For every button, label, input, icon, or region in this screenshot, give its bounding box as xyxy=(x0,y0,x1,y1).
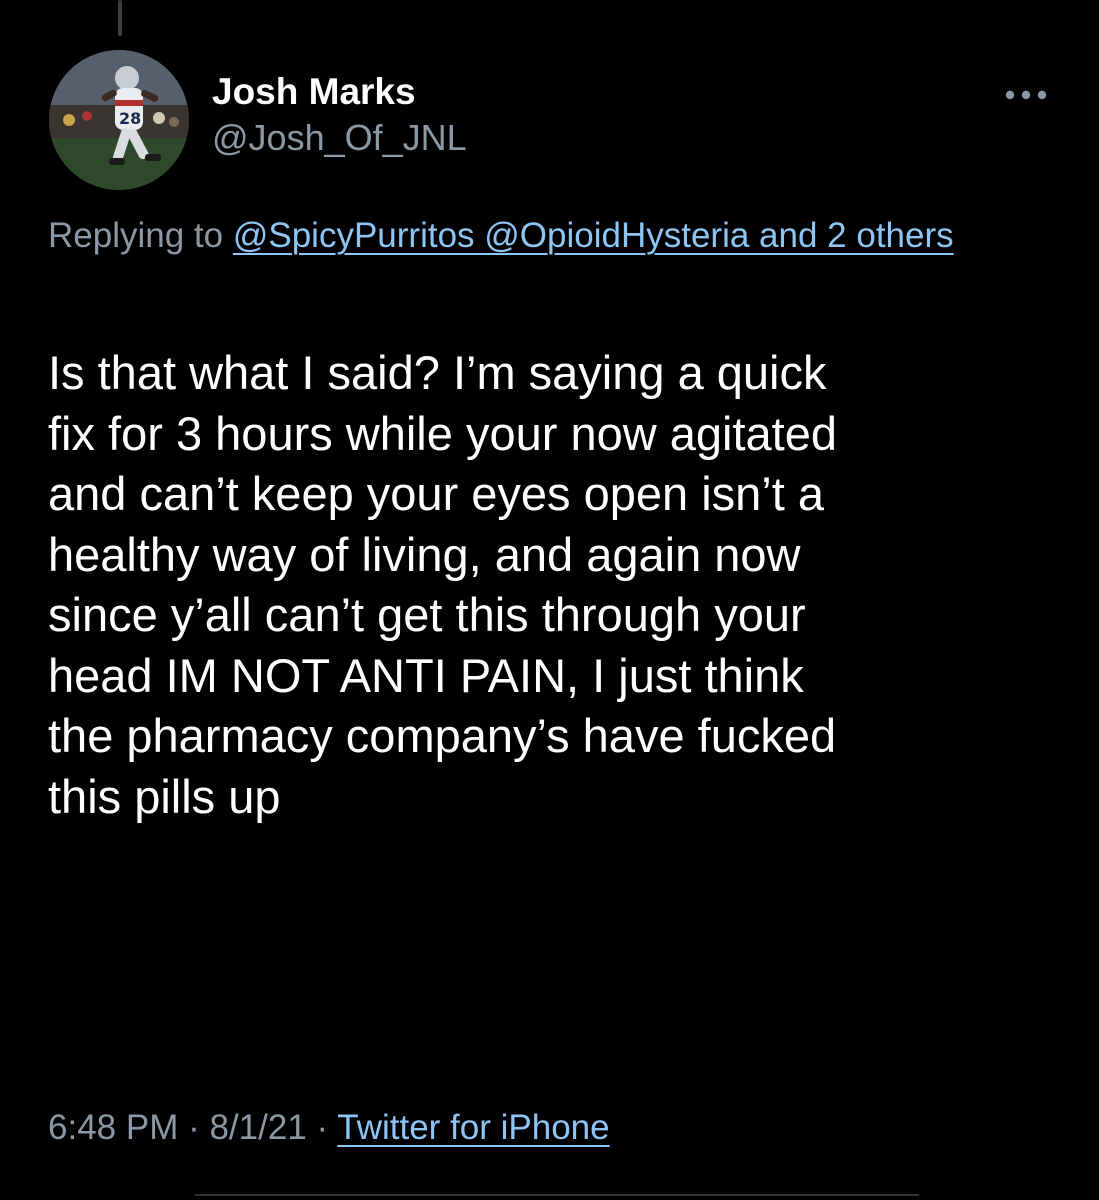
reply-context: Replying to @SpicyPurritos @OpioidHyster… xyxy=(48,210,1048,262)
avatar[interactable]: 28 xyxy=(49,50,189,190)
tweet-author[interactable]: Josh Marks @Josh_Of_JNL xyxy=(212,70,467,160)
divider xyxy=(195,1194,919,1196)
reply-context-prefix: Replying to xyxy=(48,216,224,255)
author-handle[interactable]: @Josh_Of_JNL xyxy=(212,116,467,160)
tweet-text: Is that what I said? I’m saying a quick … xyxy=(48,346,837,823)
more-horizontal-icon xyxy=(1005,90,1047,100)
tweet-time[interactable]: 6:48 PM xyxy=(48,1108,178,1147)
svg-text:28: 28 xyxy=(119,109,141,128)
more-options-button[interactable] xyxy=(1000,80,1052,110)
reply-mentions-link[interactable]: @SpicyPurritos @OpioidHysteria and 2 oth… xyxy=(233,216,954,255)
meta-separator: · xyxy=(178,1108,210,1147)
author-display-name[interactable]: Josh Marks xyxy=(212,70,467,114)
avatar-photo: 28 xyxy=(49,50,189,190)
tweet-metadata: 6:48 PM · 8/1/21 · Twitter for iPhone xyxy=(48,1100,610,1156)
tweet-date[interactable]: 8/1/21 xyxy=(209,1108,306,1147)
meta-separator-2: · xyxy=(306,1108,338,1147)
tweet-source-link[interactable]: Twitter for iPhone xyxy=(337,1108,609,1147)
thread-connector-line xyxy=(118,0,122,36)
